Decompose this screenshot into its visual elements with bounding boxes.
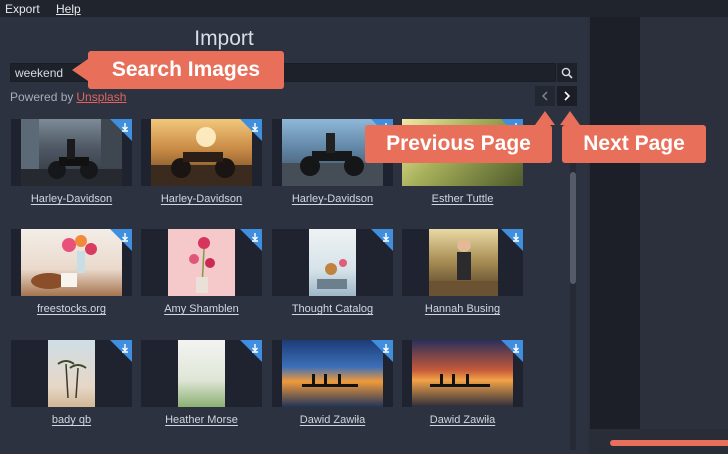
scrollbar-track[interactable]: [570, 118, 576, 450]
previous-page-button[interactable]: [535, 86, 555, 106]
image-tile[interactable]: [141, 229, 262, 296]
search-button[interactable]: [557, 63, 577, 82]
image-caption[interactable]: Heather Morse: [141, 414, 262, 426]
download-icon[interactable]: [371, 229, 393, 251]
callout-next: Next Page: [560, 111, 706, 163]
callout-previous: Previous Page: [365, 111, 555, 163]
callout-search: Search Images: [72, 51, 284, 89]
callout-previous-text: Previous Page: [386, 132, 531, 155]
menu-export[interactable]: Export: [5, 2, 40, 16]
powered-by: Powered by Unsplash: [10, 90, 126, 104]
callout-arrow: [560, 111, 580, 125]
callout-arrow: [535, 111, 555, 125]
chevron-right-icon: [564, 91, 571, 101]
image-tile[interactable]: [402, 340, 523, 407]
download-icon[interactable]: [110, 119, 132, 141]
image-thumbnail: [48, 340, 95, 407]
image-caption[interactable]: freestocks.org: [11, 303, 132, 315]
image-thumbnail: [168, 229, 235, 296]
chevron-left-icon: [541, 91, 548, 101]
image-thumbnail: [151, 119, 252, 186]
image-thumbnail: [412, 340, 513, 407]
dialog-title: Import: [194, 27, 254, 50]
download-icon[interactable]: [501, 340, 523, 362]
menu-bar: Export Help: [0, 0, 728, 17]
powered-by-label: Powered by: [10, 90, 74, 104]
download-icon[interactable]: [240, 340, 262, 362]
image-caption[interactable]: Esther Tuttle: [402, 193, 523, 205]
image-tile[interactable]: [11, 119, 132, 186]
image-caption[interactable]: Harley-Davidson: [272, 193, 393, 205]
scrollbar-thumb[interactable]: [570, 172, 576, 284]
download-icon[interactable]: [371, 340, 393, 362]
search-icon: [561, 67, 573, 79]
image-caption[interactable]: bady qb: [11, 414, 132, 426]
image-tile[interactable]: [11, 340, 132, 407]
unsplash-link[interactable]: Unsplash: [76, 90, 126, 104]
image-tile[interactable]: [272, 229, 393, 296]
image-caption[interactable]: Harley-Davidson: [11, 193, 132, 205]
download-icon[interactable]: [501, 229, 523, 251]
download-icon[interactable]: [240, 119, 262, 141]
image-thumbnail: [282, 340, 383, 407]
callout-search-text: Search Images: [111, 58, 261, 81]
image-caption[interactable]: Harley-Davidson: [141, 193, 262, 205]
download-icon[interactable]: [110, 229, 132, 251]
timeline-clip[interactable]: [610, 440, 728, 446]
callout-arrow: [72, 59, 88, 81]
image-thumbnail: [429, 229, 498, 296]
side-area: [640, 17, 728, 454]
menu-help[interactable]: Help: [56, 2, 81, 16]
image-thumbnail: [21, 229, 122, 296]
callout-next-text: Next Page: [583, 132, 685, 155]
image-tile[interactable]: [141, 340, 262, 407]
image-caption[interactable]: Hannah Busing: [402, 303, 523, 315]
image-thumbnail: [21, 119, 122, 186]
image-tile[interactable]: [141, 119, 262, 186]
image-caption[interactable]: Amy Shamblen: [141, 303, 262, 315]
timeline-track: [590, 17, 640, 429]
next-page-button[interactable]: [557, 86, 577, 106]
image-tile[interactable]: [402, 229, 523, 296]
image-tile[interactable]: [272, 340, 393, 407]
image-caption[interactable]: Thought Catalog: [272, 303, 393, 315]
image-caption[interactable]: Dawid Zawiła: [402, 414, 523, 426]
image-tile[interactable]: [11, 229, 132, 296]
image-caption[interactable]: Dawid Zawiła: [272, 414, 393, 426]
image-thumbnail: [178, 340, 225, 407]
download-icon[interactable]: [110, 340, 132, 362]
image-thumbnail: [309, 229, 356, 296]
download-icon[interactable]: [240, 229, 262, 251]
